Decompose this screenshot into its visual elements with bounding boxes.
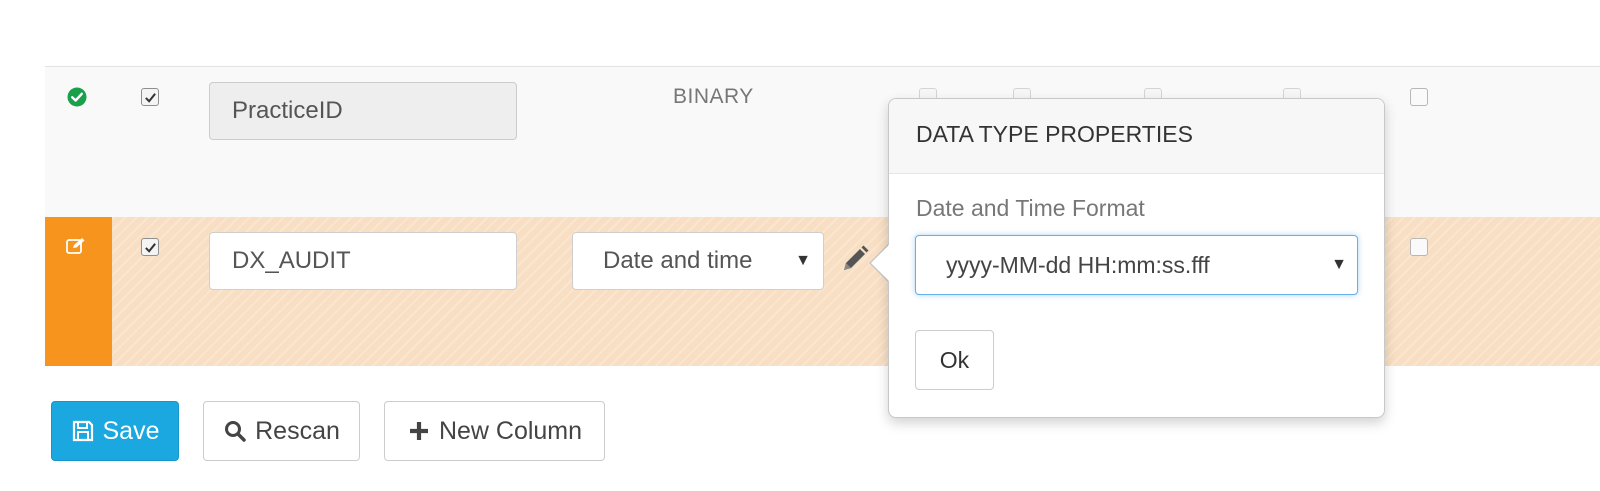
popover-arrow-fill	[871, 245, 889, 281]
checkmark-icon	[144, 242, 156, 253]
chevron-down-icon: ▼	[1331, 256, 1347, 273]
check-circle-icon	[67, 87, 87, 107]
plus-icon	[409, 422, 428, 440]
date-time-format-label: Date and Time Format	[916, 195, 1145, 221]
option-checkbox[interactable]	[1410, 88, 1428, 106]
popover-title: DATA TYPE PROPERTIES	[889, 99, 1384, 174]
format-value: yyyy-MM-dd HH:mm:ss.fff	[946, 251, 1210, 278]
save-icon	[72, 420, 93, 442]
data-type-properties-popover: DATA TYPE PROPERTIES Date and Time Forma…	[888, 98, 1385, 418]
column-name-field[interactable]: PracticeID	[209, 82, 517, 140]
checkmark-icon	[144, 92, 156, 103]
rescan-label: Rescan	[255, 416, 340, 445]
ok-button[interactable]: Ok	[915, 330, 994, 390]
rescan-button[interactable]: Rescan	[203, 401, 360, 461]
row-select-checkbox[interactable]	[141, 88, 159, 106]
new-column-button[interactable]: New Column	[384, 401, 605, 461]
row-select-checkbox[interactable]	[141, 238, 159, 256]
data-type-label: BINARY	[673, 85, 754, 108]
new-column-label: New Column	[438, 416, 583, 445]
search-icon	[225, 421, 246, 442]
save-label: Save	[102, 416, 160, 445]
date-time-format-select[interactable]: yyyy-MM-dd HH:mm:ss.fff ▼	[915, 235, 1358, 295]
pencil-icon[interactable]	[839, 243, 871, 275]
column-name-input[interactable]: DX_AUDIT	[209, 232, 517, 290]
data-type-value: Date and time	[603, 247, 753, 274]
option-checkbox[interactable]	[1410, 238, 1428, 256]
chevron-down-icon: ▼	[795, 252, 811, 269]
edit-icon	[66, 237, 86, 255]
save-button[interactable]: Save	[51, 401, 179, 461]
data-type-select[interactable]: Date and time ▼	[572, 232, 824, 290]
